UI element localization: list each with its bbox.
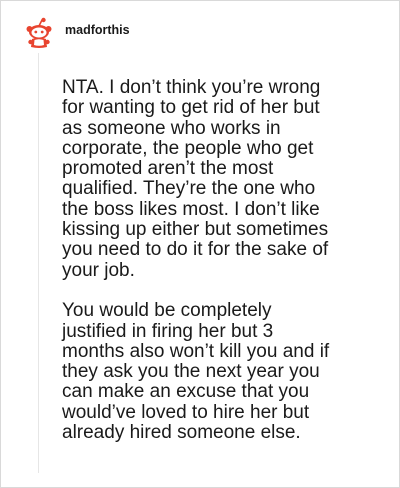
comment-card: madforthis NTA. I don’t think you’re wro…	[0, 0, 400, 488]
comment-paragraph: You would be completely justified in fir…	[62, 300, 330, 444]
comment-body: NTA. I don’t think you’re wrong for want…	[62, 77, 382, 444]
username[interactable]: madforthis	[65, 23, 130, 37]
comment-paragraph: NTA. I don’t think you’re wrong for want…	[62, 77, 329, 281]
thread-line[interactable]	[38, 53, 39, 473]
reddit-snoo-avatar-icon[interactable]	[23, 17, 55, 49]
comment-header: madforthis	[23, 15, 130, 51]
